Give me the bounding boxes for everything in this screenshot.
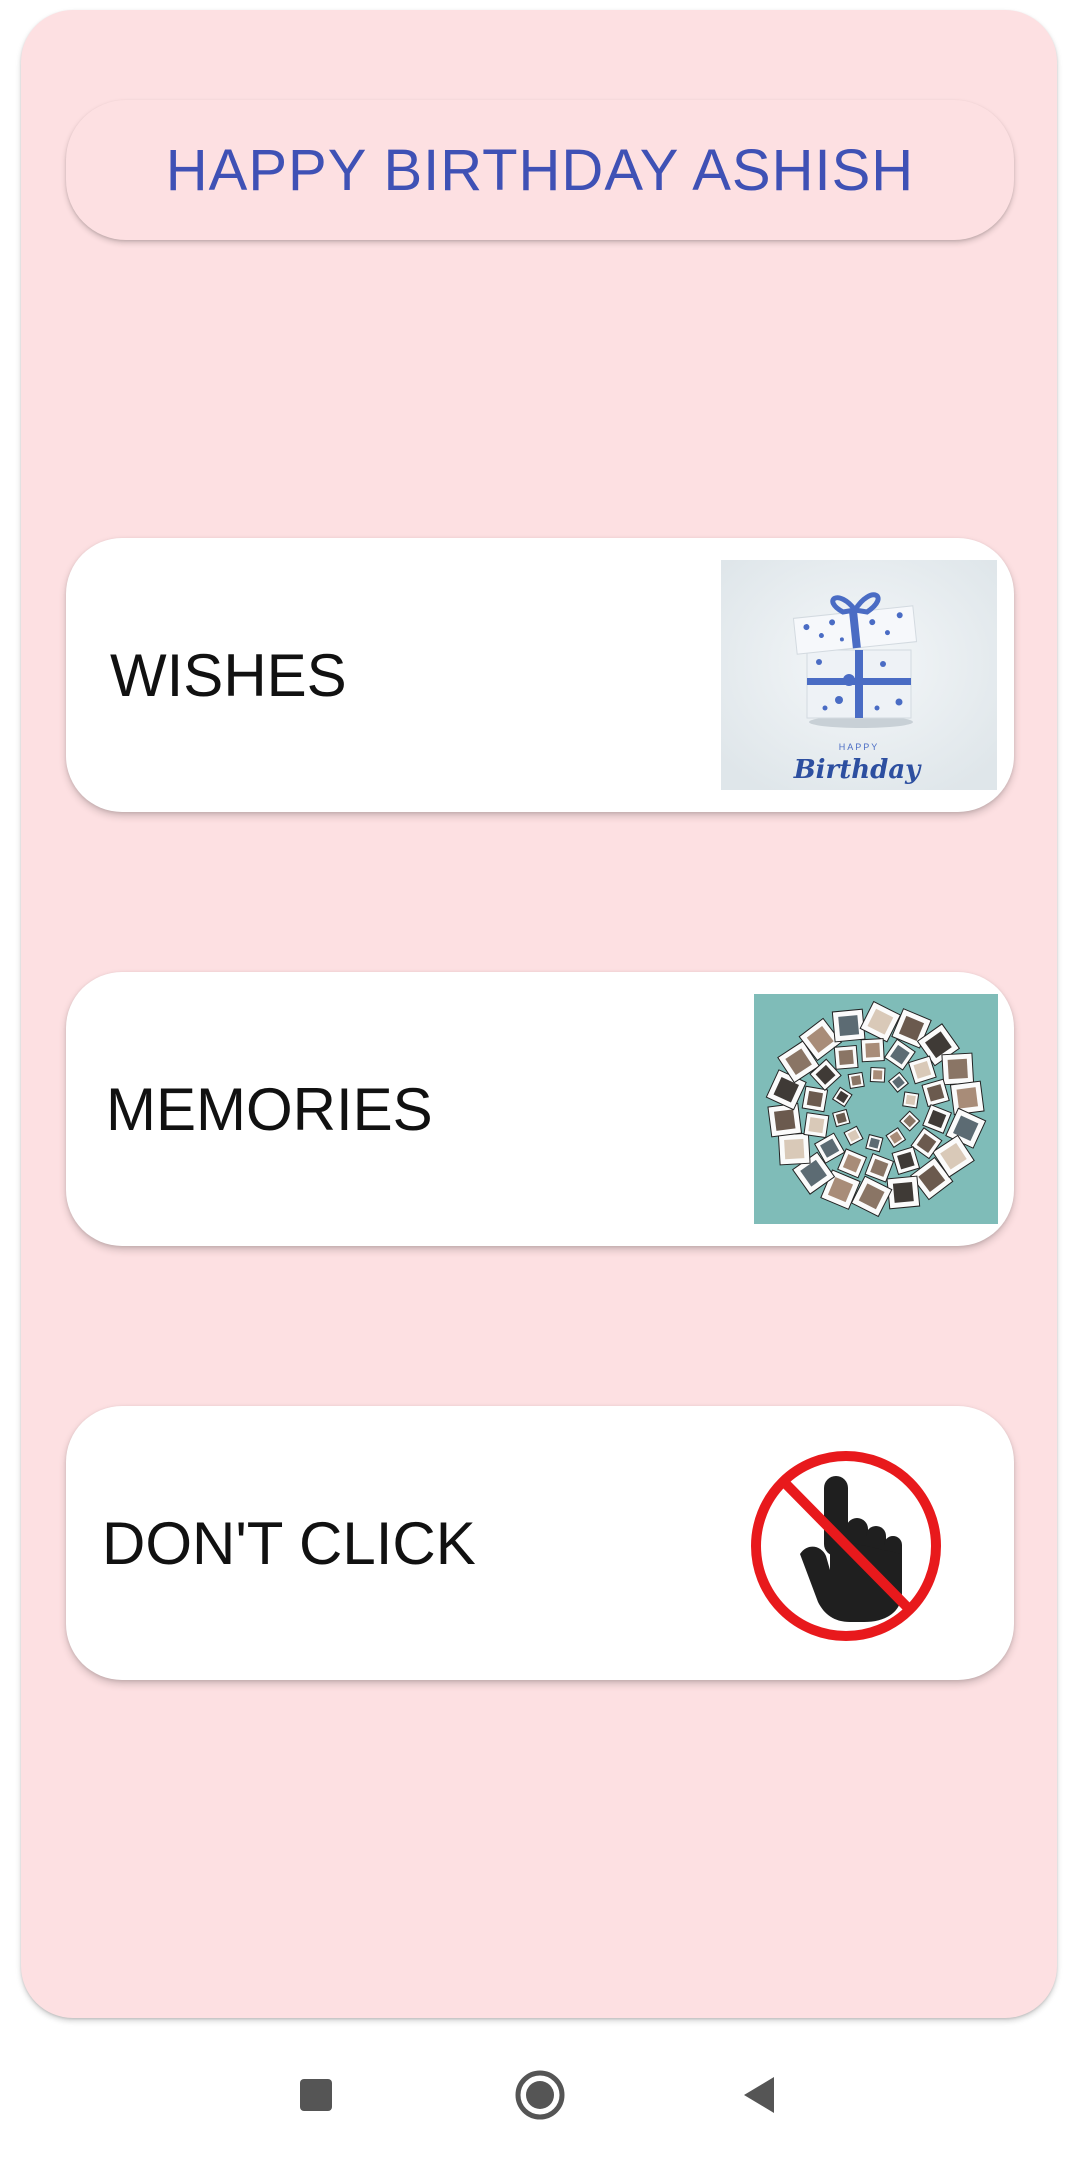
memories-button[interactable]: MEMORIES — [66, 972, 1014, 1246]
square-icon — [300, 2079, 332, 2111]
no-click-hand-icon — [746, 1442, 946, 1642]
app-screen: HAPPY BIRTHDAY ASHISH WISHES HAPPY Birth… — [0, 0, 1080, 2160]
main-panel: HAPPY BIRTHDAY ASHISH WISHES HAPPY Birth… — [21, 10, 1057, 2018]
circle-home-icon — [515, 2070, 565, 2120]
gift-caption-script: Birthday — [793, 755, 922, 785]
wishes-label: WISHES — [110, 641, 347, 709]
dont-click-button[interactable]: DON'T CLICK — [66, 1406, 1014, 1680]
system-nav-bar — [0, 2030, 1080, 2160]
gift-box-birthday-image: HAPPY Birthday — [721, 560, 997, 790]
memories-label: MEMORIES — [106, 1075, 433, 1143]
page-title: HAPPY BIRTHDAY ASHISH — [165, 137, 915, 203]
wishes-button[interactable]: WISHES HAPPY Birthday — [66, 538, 1014, 812]
photo-collage-wreath-image — [754, 994, 998, 1224]
gift-caption-small: HAPPY — [839, 742, 880, 752]
back-button[interactable] — [700, 2030, 820, 2160]
title-banner: HAPPY BIRTHDAY ASHISH — [66, 100, 1014, 240]
triangle-back-icon — [744, 2077, 774, 2113]
dont-click-label: DON'T CLICK — [102, 1509, 476, 1577]
recent-apps-button[interactable] — [256, 2030, 376, 2160]
home-button[interactable] — [480, 2030, 600, 2160]
